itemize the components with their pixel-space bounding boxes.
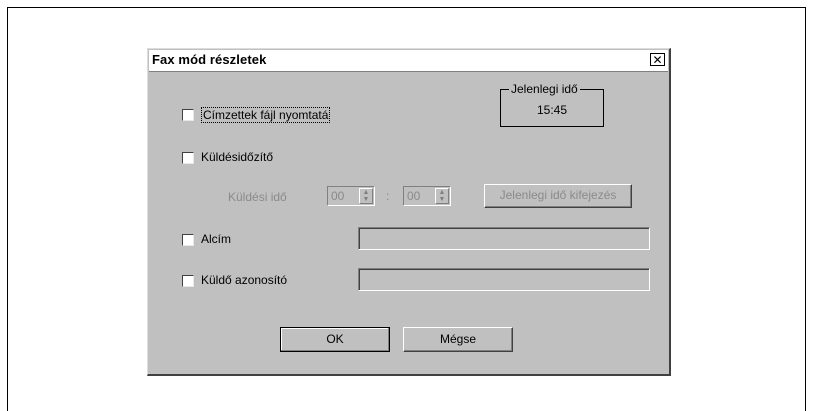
- cancel-button-label: Mégse: [439, 332, 477, 346]
- current-time-label: Jelenlegi idő: [509, 82, 580, 96]
- close-button[interactable]: ✕: [650, 53, 665, 66]
- send-timer-label[interactable]: Küldésidőzítő: [201, 150, 273, 164]
- title-bar: Fax mód részletek ✕: [149, 50, 668, 72]
- current-time-group: Jelenlegi idő 15:45: [500, 82, 604, 127]
- send-timer-checkbox[interactable]: [182, 152, 194, 164]
- subtitle-input[interactable]: [358, 227, 650, 250]
- sender-id-checkbox[interactable]: [182, 275, 194, 287]
- ok-button-label: OK: [326, 332, 344, 346]
- current-time-value: 15:45: [536, 103, 568, 117]
- minute-spinner[interactable]: 00 ▲ ▼: [403, 186, 451, 206]
- subtitle-checkbox[interactable]: [182, 234, 194, 246]
- dialog-title: Fax mód részletek: [152, 52, 267, 67]
- send-time-label: Küldési idő: [228, 190, 287, 204]
- close-icon: ✕: [652, 52, 663, 67]
- current-time-button[interactable]: Jelenlegi idő kifejezés: [484, 184, 632, 208]
- ok-button[interactable]: OK: [280, 327, 390, 352]
- minute-value: 00: [407, 189, 421, 203]
- sender-id-label[interactable]: Küldő azonosító: [201, 273, 287, 287]
- current-time-button-label: Jelenlegi idő kifejezés: [499, 188, 617, 202]
- subtitle-label[interactable]: Alcím: [201, 232, 231, 246]
- cancel-button[interactable]: Mégse: [403, 327, 513, 352]
- print-recipients-checkbox[interactable]: [182, 109, 194, 121]
- sender-id-input[interactable]: [358, 268, 650, 291]
- time-separator: :: [386, 189, 390, 203]
- fax-mode-details-dialog: Fax mód részletek ✕ Címzettek fájl nyomt…: [147, 48, 671, 376]
- print-recipients-label[interactable]: Címzettek fájl nyomtatá: [201, 107, 331, 123]
- spin-arrows-icon[interactable]: ▲ ▼: [435, 188, 449, 204]
- spin-arrows-icon[interactable]: ▲ ▼: [359, 188, 373, 204]
- hour-spinner[interactable]: 00 ▲ ▼: [327, 186, 375, 206]
- hour-value: 00: [331, 189, 345, 203]
